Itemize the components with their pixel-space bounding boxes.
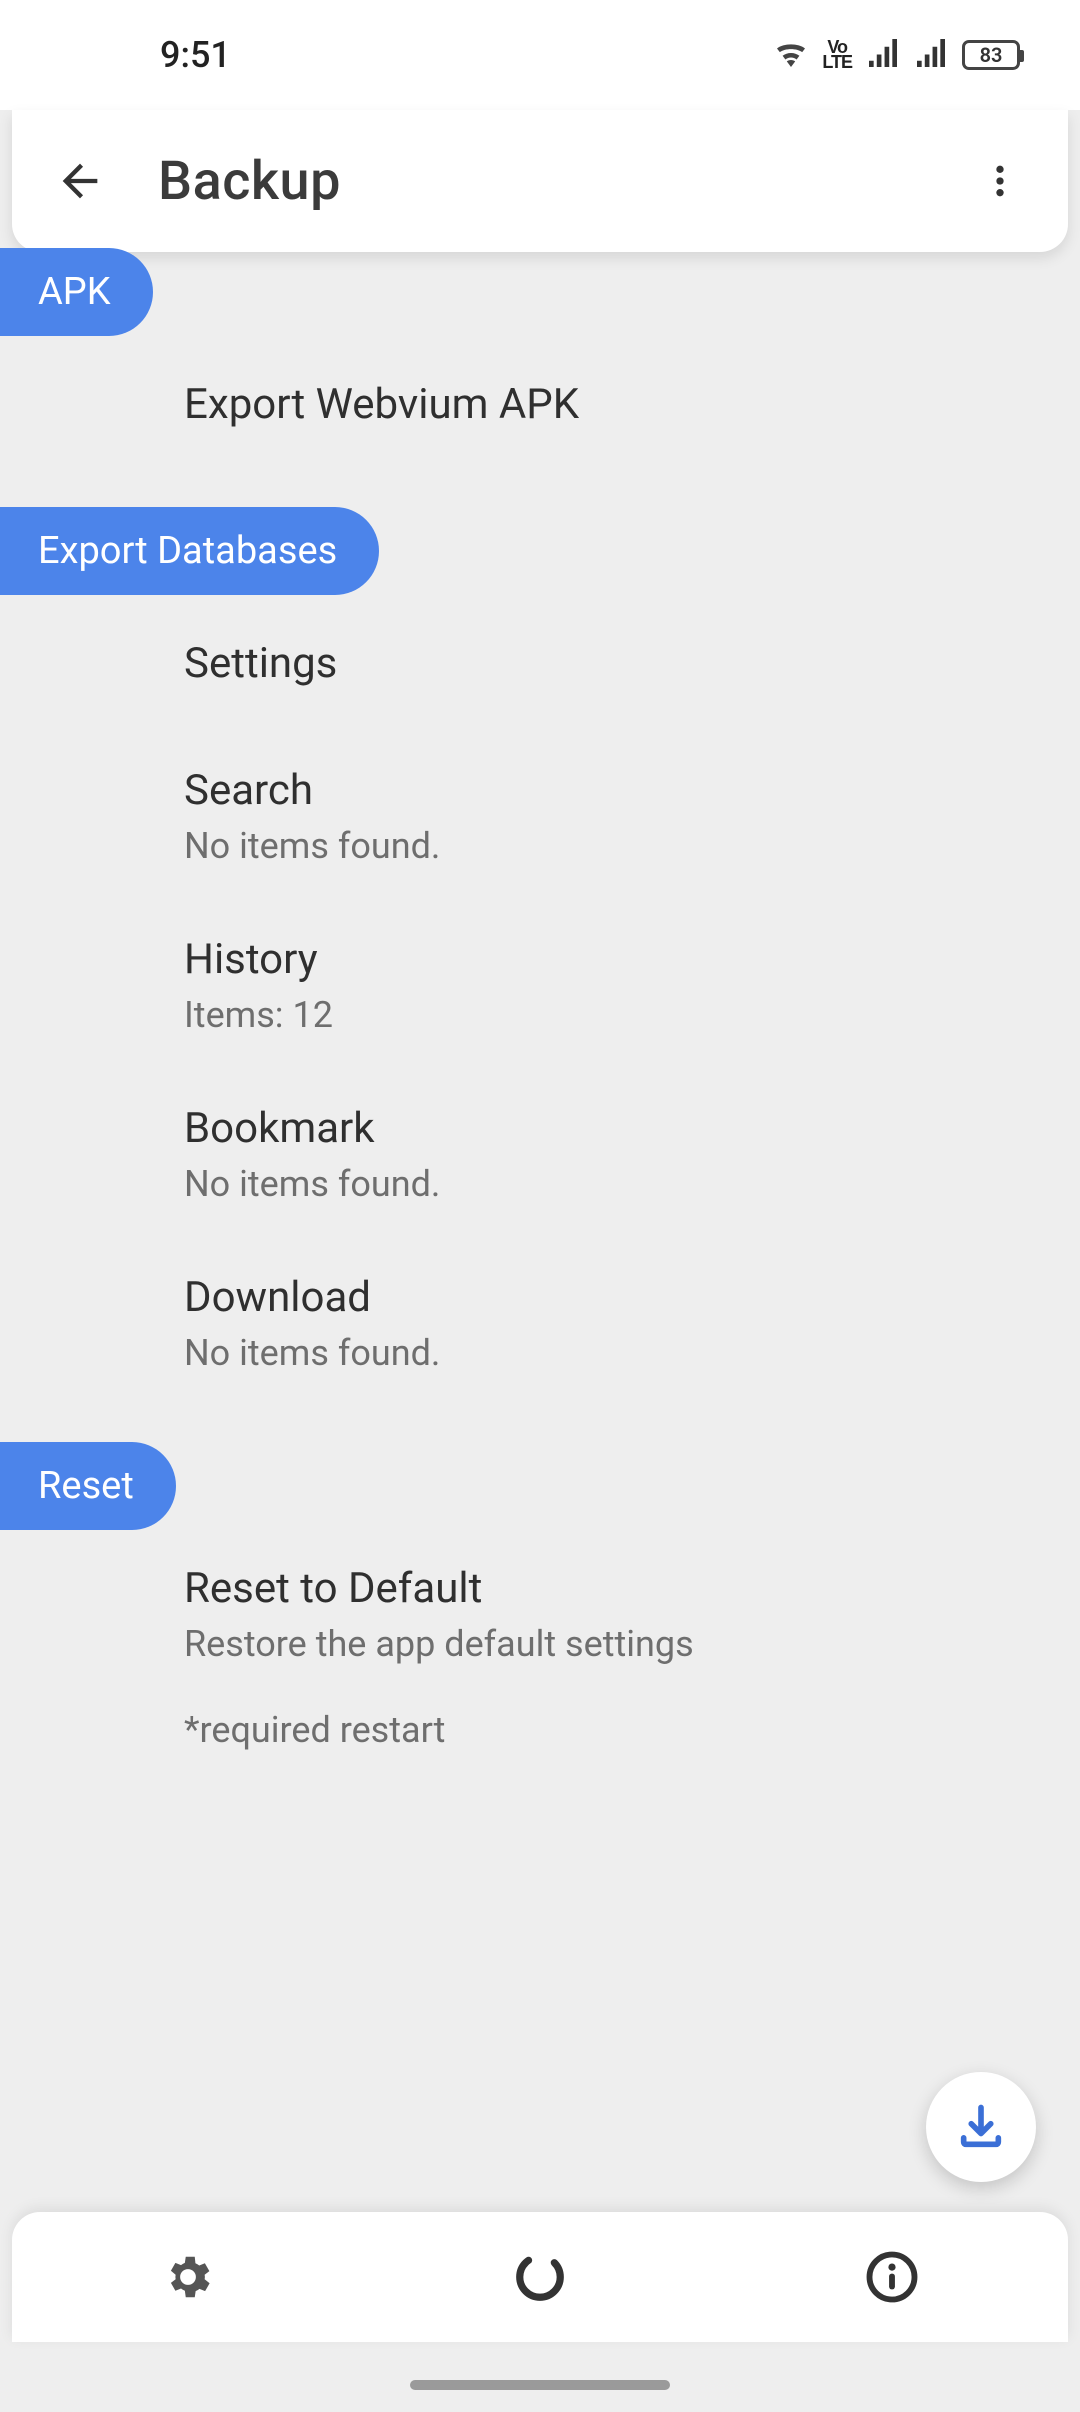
item-subtitle: Items: 12 xyxy=(184,994,1040,1036)
item-title: Reset to Default xyxy=(184,1564,1040,1613)
section-apk: APK Export Webvium APK xyxy=(0,252,1080,473)
item-title: Export Webvium APK xyxy=(184,380,1040,429)
status-time: 9:51 xyxy=(160,34,231,76)
item-settings[interactable]: Settings xyxy=(0,595,1080,732)
page-title: Backup xyxy=(158,150,341,213)
nav-progress-button[interactable] xyxy=(480,2217,600,2337)
bottom-nav xyxy=(12,2212,1068,2342)
item-title: History xyxy=(184,935,1040,984)
item-bookmark[interactable]: Bookmark No items found. xyxy=(0,1070,1080,1239)
item-download[interactable]: Download No items found. xyxy=(0,1239,1080,1408)
section-reset: Reset Reset to Default Restore the app d… xyxy=(0,1432,1080,1771)
signal-icon-2 xyxy=(914,34,948,76)
chip-apk: APK xyxy=(0,248,153,336)
overflow-menu-button[interactable] xyxy=(960,141,1040,221)
wifi-icon xyxy=(774,34,808,76)
back-button[interactable] xyxy=(40,141,120,221)
status-indicators: VoLTE 83 xyxy=(774,34,1020,76)
item-title: Download xyxy=(184,1273,1040,1322)
status-bar: 9:51 VoLTE 83 xyxy=(0,0,1080,110)
content-area: APK Export Webvium APK Export Databases … xyxy=(0,252,1080,1971)
chip-export-databases: Export Databases xyxy=(0,507,379,595)
item-export-apk[interactable]: Export Webvium APK xyxy=(0,336,1080,473)
download-fab[interactable] xyxy=(926,2072,1036,2182)
reset-note: *required restart xyxy=(0,1699,1080,1771)
download-icon xyxy=(955,2101,1007,2153)
gear-icon xyxy=(161,2250,215,2304)
item-search[interactable]: Search No items found. xyxy=(0,732,1080,901)
arrow-left-icon xyxy=(54,155,106,207)
item-subtitle: No items found. xyxy=(184,825,1040,867)
item-title: Bookmark xyxy=(184,1104,1040,1153)
signal-icon-1 xyxy=(866,34,900,76)
battery-level: 83 xyxy=(980,43,1003,67)
item-title: Settings xyxy=(184,639,1040,688)
gesture-bar xyxy=(410,2380,670,2390)
volte-icon: VoLTE xyxy=(822,40,852,71)
nav-settings-button[interactable] xyxy=(128,2217,248,2337)
chip-reset: Reset xyxy=(0,1442,176,1530)
nav-info-button[interactable] xyxy=(832,2217,952,2337)
item-subtitle: Restore the app default settings xyxy=(184,1623,1040,1665)
app-bar: Backup xyxy=(12,110,1068,252)
item-history[interactable]: History Items: 12 xyxy=(0,901,1080,1070)
battery-icon: 83 xyxy=(962,40,1020,70)
more-vert-icon xyxy=(980,161,1020,201)
item-subtitle: No items found. xyxy=(184,1332,1040,1374)
section-export-databases: Export Databases Settings Search No item… xyxy=(0,497,1080,1408)
item-subtitle: No items found. xyxy=(184,1163,1040,1205)
item-reset-default[interactable]: Reset to Default Restore the app default… xyxy=(0,1530,1080,1699)
progress-circle-icon xyxy=(513,2250,567,2304)
info-icon xyxy=(865,2250,919,2304)
item-title: Search xyxy=(184,766,1040,815)
